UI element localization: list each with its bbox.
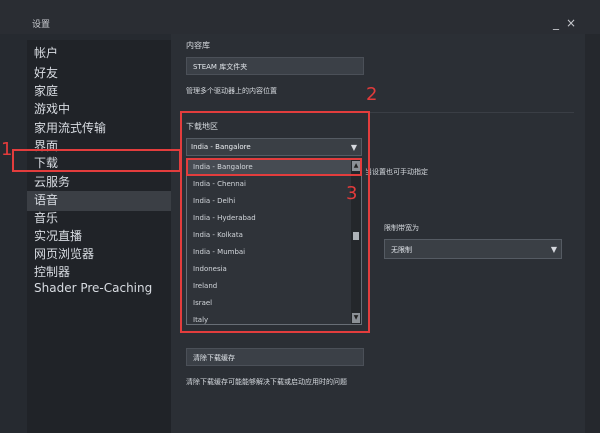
annotation-number-3: 3: [346, 183, 358, 204]
sidebar-item-voice[interactable]: 语音: [34, 191, 58, 208]
clear-download-cache-description: 清除下载缓存可能能够解决下载或启动应用时的问题: [186, 378, 347, 386]
clear-download-cache-button[interactable]: 清除下载缓存: [186, 348, 364, 366]
annotation-number-1: 1: [1, 139, 13, 160]
annotation-number-2: 2: [366, 84, 378, 105]
sidebar-item-in-game[interactable]: 游戏中: [34, 100, 70, 117]
sidebar-item-shader-pre-caching[interactable]: Shader Pre-Caching: [34, 281, 152, 295]
sidebar-item-account[interactable]: 帐户: [34, 44, 58, 61]
sidebar-item-friends[interactable]: 好友: [34, 64, 58, 81]
annotation-box-region: [180, 111, 370, 333]
sidebar-item-web-browser[interactable]: 网页浏览器: [34, 245, 94, 262]
sidebar-item-family[interactable]: 家庭: [34, 82, 58, 99]
bandwidth-dropdown[interactable]: 无限制 ▼: [384, 239, 562, 259]
sidebar-item-controller[interactable]: 控制器: [34, 263, 70, 280]
close-icon[interactable]: ×: [564, 16, 578, 30]
sidebar-item-broadcasting[interactable]: 实况直播: [34, 227, 82, 244]
window-titlebar: 设置 _ ×: [0, 0, 600, 34]
settings-sidebar: 帐户 好友 家庭 游戏中 家用流式传输 界面 下载 云服务 语音 音乐 实况直播…: [27, 40, 171, 433]
window-scrollbar[interactable]: [585, 34, 600, 433]
download-region-note: 当设置也可手动指定: [365, 168, 428, 176]
annotation-box-selection: [186, 158, 362, 176]
sidebar-item-music[interactable]: 音乐: [34, 209, 58, 226]
steam-library-folders-button[interactable]: STEAM 库文件夹: [186, 57, 364, 75]
sidebar-item-home-streaming[interactable]: 家用流式传输: [34, 119, 106, 136]
annotation-box-sidebar: [12, 149, 181, 172]
sidebar-item-cloud[interactable]: 云服务: [34, 173, 70, 190]
bandwidth-label: 限制带宽为: [384, 224, 419, 232]
settings-window: 设置 _ × 帐户 好友 家庭 游戏中 家用流式传输 界面 下载 云服务 语音 …: [0, 0, 600, 433]
chevron-down-icon: ▼: [550, 245, 557, 254]
window-title: 设置: [32, 20, 51, 30]
content-library-description: 管理多个驱动器上的内容位置: [186, 87, 277, 95]
content-library-heading: 内容库: [186, 41, 210, 50]
bandwidth-selected: 无限制: [391, 246, 412, 254]
minimize-icon[interactable]: _: [549, 16, 563, 30]
